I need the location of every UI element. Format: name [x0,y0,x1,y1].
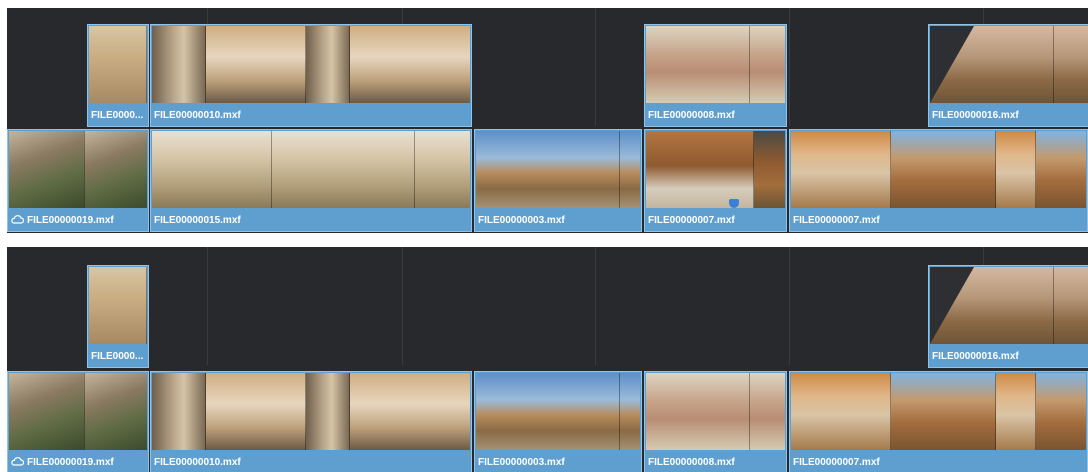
grid-line [789,8,790,126]
clip-thumbnails [646,131,785,208]
clip-thumbnails [89,26,147,103]
timeline-bottom: FILE0000... FILE00000016.mxf FILE0000001… [7,247,1088,472]
clip-label: FILE00000007.mxf [793,215,880,226]
grid-line [595,247,596,365]
timeline-clip[interactable]: FILE00000015.mxf [150,129,472,232]
clip-thumbnails [9,373,147,450]
clip-thumbnails [9,131,147,208]
clip-label: FILE0000... [91,110,144,121]
dissolve-corner [930,267,974,344]
clip-label: FILE00000010.mxf [154,110,241,121]
timeline-clip[interactable]: FILE00000016.mxf [928,24,1088,127]
clip-thumbnails [791,373,1086,450]
clip-label: FILE00000008.mxf [648,110,735,121]
clip-label: FILE00000019.mxf [11,455,146,471]
cloud-sync-icon [11,457,24,466]
timeline-clip[interactable]: FILE00000010.mxf [150,371,472,472]
clip-thumbnails [646,26,785,103]
timeline-clip[interactable]: FILE00000007.mxf [644,129,787,232]
timeline-clip[interactable]: FILE00000008.mxf [644,371,787,472]
clip-thumbnails [476,131,640,208]
timeline-clip[interactable]: FILE00000008.mxf [644,24,787,127]
clip-label: FILE00000008.mxf [648,457,735,468]
clip-label: FILE00000003.mxf [478,215,565,226]
clip-label: FILE0000... [91,351,144,362]
clip-thumbnails [791,131,1086,208]
timeline-clip[interactable]: FILE0000... [87,265,149,368]
clip-thumbnails [476,373,640,450]
clip-label-text: FILE00000019.mxf [27,215,114,226]
grid-line [207,247,208,365]
grid-line [595,8,596,126]
clip-label: FILE00000016.mxf [932,351,1019,362]
timeline-clip[interactable]: FILE00000010.mxf [150,24,472,127]
timeline-clip[interactable]: FILE00000019.mxf [7,371,149,472]
clip-thumbnails [152,26,470,103]
timeline-clip[interactable]: FILE00000003.mxf [474,371,642,472]
clip-thumbnails [152,131,470,208]
clip-label: FILE00000003.mxf [478,457,565,468]
clip-label-text: FILE00000019.mxf [27,457,114,468]
grid-line [789,247,790,365]
clip-label: FILE00000015.mxf [154,215,241,226]
dissolve-corner [930,26,974,103]
clip-label: FILE00000007.mxf [793,457,880,468]
timeline-clip[interactable]: FILE00000016.mxf [928,265,1088,368]
clip-thumbnails [930,26,1088,103]
timeline-clip[interactable]: FILE00000019.mxf [7,129,149,232]
timeline-clip[interactable]: FILE00000007.mxf [789,371,1088,472]
timeline-clip[interactable]: FILE00000007.mxf [789,129,1088,232]
clip-label: FILE00000007.mxf [648,215,735,226]
clip-thumbnails [930,267,1088,344]
clip-thumbnails [89,267,147,344]
clip-thumbnails [646,373,785,450]
clip-label: FILE00000019.mxf [11,213,146,229]
clip-label: FILE00000016.mxf [932,110,1019,121]
timeline-clip[interactable]: FILE0000... [87,24,149,127]
clip-label: FILE00000010.mxf [154,457,241,468]
clip-thumbnails [152,373,470,450]
grid-line [402,247,403,365]
cloud-sync-icon [11,215,24,224]
timeline-top: FILE0000... FILE00000010.mxf FILE0000000… [7,8,1088,233]
timeline-clip[interactable]: FILE00000003.mxf [474,129,642,232]
